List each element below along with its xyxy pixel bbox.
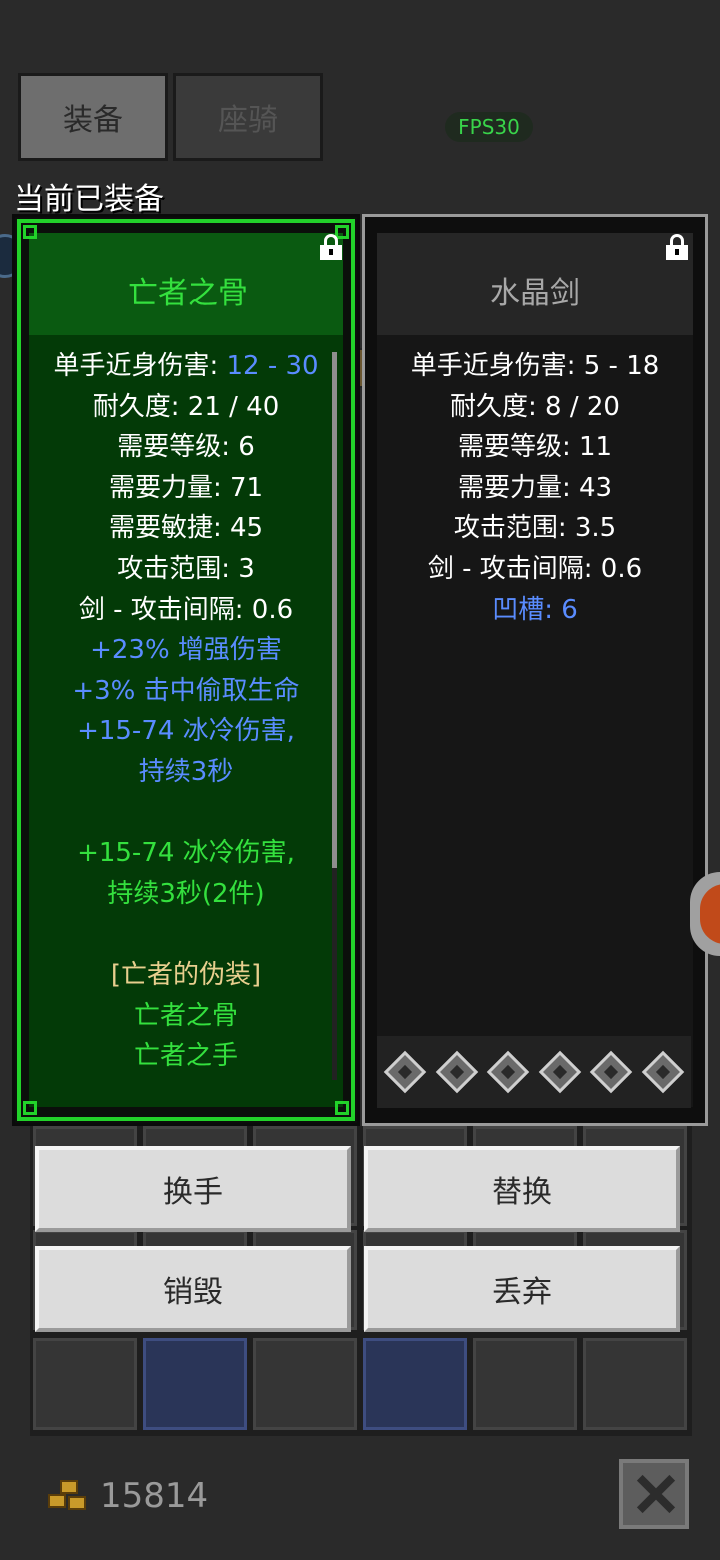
compared-item-stats: 单手近身伤害: 5 - 18 耐久度: 8 / 20 需要等级: 11 需要力量: 4… bbox=[362, 346, 708, 630]
inventory-slot[interactable] bbox=[253, 1338, 357, 1430]
inventory-slot[interactable] bbox=[143, 1338, 247, 1430]
replace-button[interactable]: 替换 bbox=[364, 1146, 680, 1232]
stat-line: 需要等级: 6 bbox=[12, 427, 360, 468]
stat-line bbox=[12, 793, 360, 834]
inventory-slot[interactable] bbox=[473, 1338, 577, 1430]
stat-line: 需要力量: 43 bbox=[362, 468, 708, 509]
current-equipped-label: 当前已装备 bbox=[14, 182, 164, 217]
socket-icon bbox=[486, 1050, 530, 1094]
stat-line: 攻击范围: 3 bbox=[12, 549, 360, 590]
stat-line: 凹槽: 6 bbox=[362, 590, 708, 631]
stat-text: +15-74 冰冷伤害, bbox=[77, 838, 295, 869]
stat-text: 耐久度: 21 / 40 bbox=[92, 391, 280, 422]
stat-line: 剑 - 攻击间隔: 0.6 bbox=[362, 549, 708, 590]
drop-button[interactable]: 丢弃 bbox=[364, 1246, 680, 1332]
tab-mount[interactable]: 座骑 bbox=[173, 73, 323, 161]
stat-text: 凹槽: 6 bbox=[492, 594, 578, 625]
stat-line: 剑 - 攻击间隔: 0.6 bbox=[12, 590, 360, 631]
stat-text: 需要等级: 6 bbox=[117, 432, 255, 463]
stat-text: 剑 - 攻击间隔: 0.6 bbox=[427, 553, 643, 584]
equipped-item-name: 亡者之骨 bbox=[128, 276, 248, 311]
stat-text: +15-74 冰冷伤害, bbox=[77, 716, 295, 747]
stat-text: 12 - 30 bbox=[226, 351, 319, 381]
stat-text: 需要力量: 71 bbox=[108, 472, 264, 503]
socket-icon bbox=[589, 1050, 633, 1094]
stat-line: 需要等级: 11 bbox=[362, 427, 708, 468]
socket-icon bbox=[538, 1050, 582, 1094]
stat-text: +3% 击中偷取生命 bbox=[72, 675, 300, 706]
stat-text: 亡者之骨 bbox=[133, 1000, 238, 1031]
stat-line: +23% 增强伤害 bbox=[12, 630, 360, 671]
stats-scroll-track bbox=[332, 868, 337, 1080]
stat-line: [亡者的伪装] bbox=[12, 955, 360, 996]
stats-scrollbar[interactable] bbox=[332, 352, 337, 868]
stat-line: 攻击范围: 3.5 bbox=[362, 508, 708, 549]
stat-line: +15-74 冰冷伤害, bbox=[12, 833, 360, 874]
stat-line: 单手近身伤害: 5 - 18 bbox=[362, 346, 708, 387]
socket-icon bbox=[435, 1050, 479, 1094]
stat-line: 单手近身伤害: 12 - 30 bbox=[12, 346, 360, 387]
stat-text: 攻击范围: 3.5 bbox=[453, 513, 617, 544]
stat-text: 单手近身伤害: 5 - 18 bbox=[410, 351, 660, 381]
stat-line: 持续3秒 bbox=[12, 752, 360, 793]
stat-text: [亡者的伪装] bbox=[110, 959, 262, 990]
stat-line: 需要力量: 71 bbox=[12, 468, 360, 509]
lock-icon[interactable] bbox=[320, 234, 342, 260]
socket-icon bbox=[641, 1050, 685, 1094]
inventory-slot[interactable] bbox=[363, 1338, 467, 1430]
stat-line: 亡者之骨 bbox=[12, 996, 360, 1037]
stat-line: 亡者之手 bbox=[12, 1036, 360, 1077]
fps-counter: FPS30 bbox=[445, 112, 533, 142]
inventory-slot[interactable] bbox=[583, 1338, 687, 1430]
stat-line: 耐久度: 21 / 40 bbox=[12, 387, 360, 428]
socket-icon bbox=[383, 1050, 427, 1094]
stat-text: 需要力量: 43 bbox=[457, 472, 613, 503]
stat-text: 耐久度: 8 / 20 bbox=[450, 391, 620, 422]
gold-coins-icon bbox=[46, 1478, 90, 1514]
swap-hand-button[interactable]: 换手 bbox=[35, 1146, 351, 1232]
stat-text: 需要敏捷: 45 bbox=[108, 513, 264, 544]
stat-line bbox=[12, 914, 360, 955]
stat-text: 亡者之手 bbox=[133, 1041, 238, 1072]
stat-line: +15-74 冰冷伤害, bbox=[12, 711, 360, 752]
stat-line: 需要敏捷: 45 bbox=[12, 508, 360, 549]
lock-icon[interactable] bbox=[666, 234, 688, 260]
stat-text: 持续3秒(2件) bbox=[107, 878, 265, 909]
inventory-slot[interactable] bbox=[33, 1338, 137, 1430]
stat-text: +23% 增强伤害 bbox=[90, 635, 282, 666]
destroy-button[interactable]: 销毁 bbox=[35, 1246, 351, 1332]
stat-text: 单手近身伤害: bbox=[53, 351, 227, 381]
gold-amount: 15814 bbox=[100, 1476, 209, 1516]
stat-line: +3% 击中偷取生命 bbox=[12, 671, 360, 712]
stat-text: 攻击范围: 3 bbox=[117, 553, 255, 584]
stat-line: 持续3秒(2件) bbox=[12, 874, 360, 915]
close-icon[interactable] bbox=[619, 1459, 689, 1529]
stat-line: 耐久度: 8 / 20 bbox=[362, 387, 708, 428]
stat-text: 剑 - 攻击间隔: 0.6 bbox=[78, 594, 294, 625]
compared-item-name: 水晶剑 bbox=[490, 276, 580, 311]
equipped-item-stats: 单手近身伤害: 12 - 30 耐久度: 21 / 40 需要等级: 6 需要力量: … bbox=[12, 346, 360, 1077]
stat-text: 需要等级: 11 bbox=[457, 432, 613, 463]
tab-equipment[interactable]: 装备 bbox=[18, 73, 168, 161]
stat-text: 持续3秒 bbox=[138, 756, 234, 787]
